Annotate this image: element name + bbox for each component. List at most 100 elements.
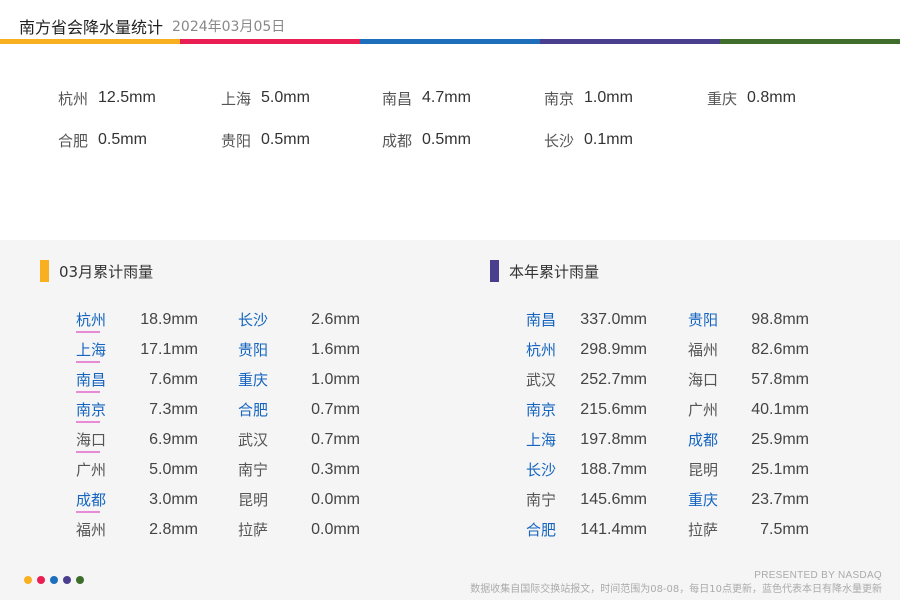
monthly-city-name: 昆明 xyxy=(238,491,269,509)
yearly-rainfall-value: 25.1mm xyxy=(751,461,809,478)
today-rainfall-item: 上海 5.0mm xyxy=(221,86,310,110)
monthly-rainfall-value: 7.6mm xyxy=(149,371,198,388)
monthly-city-name: 成都 xyxy=(76,489,106,513)
monthly-rainfall-value: 5.0mm xyxy=(149,461,198,478)
yearly-rainfall-value: 25.9mm xyxy=(751,431,809,448)
today-rainfall-item: 成都 0.5mm xyxy=(382,128,471,152)
monthly-rainfall-value: 0.3mm xyxy=(311,461,360,478)
yearly-city-name: 昆明 xyxy=(688,461,719,479)
city-name: 合肥 xyxy=(58,131,89,150)
monthly-city-name: 长沙 xyxy=(238,311,269,329)
yearly-rainfall-value: 141.4mm xyxy=(580,521,647,538)
yearly-rainfall-value: 7.5mm xyxy=(760,521,809,538)
monthly-rainfall-value: 7.3mm xyxy=(149,401,198,418)
header: 南方省会降水量统计 2024年03月05日 xyxy=(0,0,900,40)
yearly-rainfall-value: 197.8mm xyxy=(580,431,647,448)
today-rainfall-item: 贵阳 0.5mm xyxy=(221,128,310,152)
yearly-city-name: 重庆 xyxy=(688,491,719,509)
today-rainfall-item: 南京 1.0mm xyxy=(544,86,633,110)
monthly-rainfall-value: 1.6mm xyxy=(311,341,360,358)
monthly-rainfall-value: 0.0mm xyxy=(311,521,360,538)
monthly-city-name: 合肥 xyxy=(238,401,269,419)
monthly-city-name: 贵阳 xyxy=(238,341,269,359)
footnote: 数据收集自国际交换站报文，时间范围为08-08，每日10点更新，蓝色代表本日有降… xyxy=(470,584,882,595)
color-dot xyxy=(63,576,71,584)
city-underline xyxy=(76,391,100,393)
monthly-title: 03月累计雨量 xyxy=(59,262,154,281)
rainfall-value: 0.5mm xyxy=(422,131,471,148)
today-rainfall-item: 合肥 0.5mm xyxy=(58,128,147,152)
yearly-city-name: 南京 xyxy=(526,401,557,419)
monthly-city-name: 广州 xyxy=(76,461,107,479)
city-name: 成都 xyxy=(382,131,413,150)
color-dot xyxy=(37,576,45,584)
report-date: 2024年03月05日 xyxy=(172,19,286,35)
yearly-city-name: 广州 xyxy=(688,401,719,419)
yearly-accent-mark xyxy=(490,260,499,282)
yearly-rainfall-value: 145.6mm xyxy=(580,491,647,508)
today-rainfall-grid: 杭州 12.5mm 上海 5.0mm 南昌 4.7mm 南京 1.0mm 重庆 0.8mm 合肥 0.… xyxy=(0,44,900,240)
city-underline xyxy=(76,421,100,423)
yearly-city-name: 成都 xyxy=(688,431,719,449)
color-dot xyxy=(76,576,84,584)
monthly-rainfall-value: 0.7mm xyxy=(311,431,360,448)
monthly-rainfall-value: 6.9mm xyxy=(149,431,198,448)
yearly-city-name: 长沙 xyxy=(526,461,557,479)
city-underline xyxy=(76,451,100,453)
yearly-city-name: 南昌 xyxy=(526,311,557,329)
city-name: 南京 xyxy=(544,89,575,108)
yearly-rainfall-value: 252.7mm xyxy=(580,371,647,388)
city-underline xyxy=(76,361,100,363)
yearly-rainfall-value: 23.7mm xyxy=(751,491,809,508)
city-name: 长沙 xyxy=(544,131,575,150)
monthly-city-name: 拉萨 xyxy=(238,521,269,539)
monthly-rainfall-value: 0.7mm xyxy=(311,401,360,418)
yearly-city-name: 贵阳 xyxy=(688,311,719,329)
yearly-title: 本年累计雨量 xyxy=(509,262,600,281)
cumulative-panel: 03月累计雨量 本年累计雨量 PRESENTED BY NASDAQ 数据收集自… xyxy=(0,240,900,600)
monthly-city-name: 福州 xyxy=(76,521,107,539)
yearly-rainfall-value: 82.6mm xyxy=(751,341,809,358)
yearly-rainfall-value: 188.7mm xyxy=(580,461,647,478)
yearly-section-title: 本年累计雨量 xyxy=(490,260,599,282)
color-dot xyxy=(24,576,32,584)
rainfall-value: 0.5mm xyxy=(98,131,147,148)
yearly-rainfall-value: 337.0mm xyxy=(580,311,647,328)
monthly-city-name: 重庆 xyxy=(238,371,269,389)
monthly-city-name: 杭州 xyxy=(76,309,106,333)
rainfall-value: 12.5mm xyxy=(98,89,156,106)
monthly-rainfall-value: 18.9mm xyxy=(140,311,198,328)
color-dot xyxy=(50,576,58,584)
monthly-city-name: 上海 xyxy=(76,339,106,363)
monthly-city-name: 武汉 xyxy=(238,431,269,449)
monthly-rainfall-value: 1.0mm xyxy=(311,371,360,388)
yearly-city-name: 武汉 xyxy=(526,371,557,389)
monthly-rainfall-value: 2.8mm xyxy=(149,521,198,538)
today-rainfall-item: 南昌 4.7mm xyxy=(382,86,471,110)
yearly-rainfall-value: 40.1mm xyxy=(751,401,809,418)
monthly-city-name: 海口 xyxy=(76,429,106,453)
monthly-city-name: 南京 xyxy=(76,399,106,423)
rainfall-value: 0.8mm xyxy=(747,89,796,106)
monthly-rainfall-value: 0.0mm xyxy=(311,491,360,508)
city-name: 南昌 xyxy=(382,89,413,108)
yearly-city-name: 南宁 xyxy=(526,491,557,509)
city-underline xyxy=(76,331,100,333)
monthly-rainfall-value: 17.1mm xyxy=(140,341,198,358)
yearly-city-name: 福州 xyxy=(688,341,719,359)
city-name: 杭州 xyxy=(58,89,89,108)
monthly-rainfall-value: 3.0mm xyxy=(149,491,198,508)
city-underline xyxy=(76,511,100,513)
city-name: 重庆 xyxy=(707,89,738,108)
yearly-city-name: 海口 xyxy=(688,371,719,389)
rainfall-value: 0.1mm xyxy=(584,131,633,148)
city-name: 贵阳 xyxy=(221,131,252,150)
yearly-rainfall-value: 215.6mm xyxy=(580,401,647,418)
monthly-city-name: 南昌 xyxy=(76,369,106,393)
yearly-city-name: 拉萨 xyxy=(688,521,719,539)
yearly-city-name: 杭州 xyxy=(526,341,557,359)
color-dots xyxy=(24,576,84,584)
page-title: 南方省会降水量统计 xyxy=(19,18,164,37)
monthly-rainfall-value: 2.6mm xyxy=(311,311,360,328)
today-rainfall-item: 重庆 0.8mm xyxy=(707,86,796,110)
